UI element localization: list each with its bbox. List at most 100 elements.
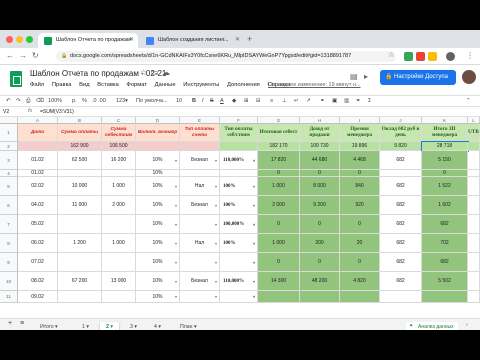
- dropdown-arrow-icon[interactable]: ▾: [253, 272, 255, 290]
- sheet-tab-total[interactable]: Итого ▾: [34, 322, 64, 330]
- dropdown-arrow-icon[interactable]: ▾: [175, 151, 177, 169]
- dropdown-arrow-icon[interactable]: ▾: [253, 177, 255, 195]
- link-icon[interactable]: ⚭: [320, 98, 325, 104]
- date-cell[interactable]: 06.02: [18, 234, 58, 253]
- total-cost-cell[interactable]: 14 300: [258, 272, 300, 291]
- cost-type-cell[interactable]: 100% ▾: [220, 177, 258, 196]
- row-header[interactable]: 8: [0, 234, 18, 253]
- cell-reference[interactable]: V2: [3, 109, 9, 115]
- total-cell[interactable]: 100 730: [300, 142, 340, 151]
- total-cell-selected[interactable]: 28 718: [421, 141, 469, 152]
- commission-cell[interactable]: 10% ▾: [136, 253, 180, 272]
- new-tab-icon[interactable]: +: [247, 34, 252, 44]
- browser-tab-listing-template[interactable]: Шаблон создания листинг... ✕: [140, 33, 244, 48]
- income-cell[interactable]: 200: [300, 234, 340, 253]
- row-header[interactable]: 4: [0, 170, 18, 177]
- cost-cell[interactable]: [102, 291, 136, 303]
- header-cell-date[interactable]: Дата: [18, 124, 58, 142]
- total-cost-cell[interactable]: 0: [258, 253, 300, 272]
- salary-cell[interactable]: [380, 170, 422, 177]
- cost-type-cell[interactable]: [220, 170, 258, 177]
- valign-icon[interactable]: ⊥: [282, 98, 287, 104]
- total-cost-cell[interactable]: 0: [258, 215, 300, 234]
- bookmark-star-icon[interactable]: ☆: [388, 51, 394, 59]
- row-header[interactable]: 11: [0, 291, 18, 303]
- menu-file[interactable]: Файл: [30, 82, 44, 88]
- income-cell[interactable]: [300, 291, 340, 303]
- dropdown-arrow-icon[interactable]: ▾: [175, 253, 177, 271]
- date-cell[interactable]: 01.02: [18, 151, 58, 170]
- payment-type-cell[interactable]: Безнал ▾: [180, 196, 220, 215]
- dropdown-arrow-icon[interactable]: ▾: [215, 291, 217, 302]
- salary-cell[interactable]: 682: [380, 234, 422, 253]
- functions-icon[interactable]: Σ: [368, 98, 371, 104]
- move-folder-icon[interactable]: ▭: [151, 68, 159, 77]
- share-button[interactable]: 🔒 Настройки Доступа: [380, 70, 456, 85]
- total-cell[interactable]: [220, 142, 258, 151]
- wrap-icon[interactable]: ↵: [294, 98, 299, 104]
- present-icon[interactable]: ▸: [364, 72, 368, 81]
- total-cell[interactable]: 19 896: [340, 142, 380, 151]
- bonus-cell[interactable]: 4 820: [340, 272, 380, 291]
- row-header[interactable]: 6: [0, 196, 18, 215]
- column-header-h[interactable]: H: [300, 117, 340, 124]
- cost-type-cell[interactable]: 100% ▾: [220, 234, 258, 253]
- comments-icon[interactable]: ▤: [350, 72, 358, 81]
- bonus-cell[interactable]: 0: [340, 215, 380, 234]
- total-cell[interactable]: [18, 142, 58, 151]
- payment-cell[interactable]: [58, 253, 102, 272]
- salary-cell[interactable]: 682: [380, 272, 422, 291]
- header-cell-cost[interactable]: Сумма себестоим: [102, 124, 136, 142]
- total-cost-cell[interactable]: 1 000: [258, 177, 300, 196]
- strikethrough-icon[interactable]: S: [210, 98, 214, 104]
- salary-cell[interactable]: [380, 291, 422, 303]
- utb-cell[interactable]: [468, 177, 480, 196]
- formula-input[interactable]: =SUM(V3:V31): [40, 109, 74, 115]
- select-all-corner[interactable]: [0, 117, 18, 124]
- dropdown-arrow-icon[interactable]: ▾: [253, 151, 255, 169]
- cost-cell[interactable]: 1 000: [102, 234, 136, 253]
- percent-format-button[interactable]: %: [82, 98, 87, 104]
- dropdown-arrow-icon[interactable]: ▾: [253, 291, 255, 302]
- font-select[interactable]: По умолча...: [136, 98, 168, 104]
- payment-type-cell[interactable]: [180, 170, 220, 177]
- payment-type-cell[interactable]: Нал ▾: [180, 177, 220, 196]
- dropdown-arrow-icon[interactable]: ▾: [215, 234, 217, 252]
- commission-cell[interactable]: 10% ▾: [136, 151, 180, 170]
- header-cell-payment-type[interactable]: Тип оплаты счета: [180, 124, 220, 142]
- salary-cell[interactable]: 682: [380, 151, 422, 170]
- total-cost-cell[interactable]: 2 000: [258, 196, 300, 215]
- close-window-icon[interactable]: [6, 36, 13, 43]
- commission-cell[interactable]: 10% ▾: [136, 215, 180, 234]
- dropdown-arrow-icon[interactable]: ▾: [175, 215, 177, 233]
- cost-cell[interactable]: 2 000: [102, 196, 136, 215]
- payment-cell[interactable]: 67 200: [58, 272, 102, 291]
- last-edit-link[interactable]: Последнее изменение: 19 минут н...: [268, 82, 361, 88]
- sheet-tab-3[interactable]: 3 ▾: [124, 322, 143, 330]
- total-salary-cell[interactable]: 682: [422, 253, 468, 272]
- date-cell[interactable]: 05.02: [18, 215, 58, 234]
- print-icon[interactable]: ⎙: [26, 98, 30, 105]
- dropdown-arrow-icon[interactable]: ▾: [253, 253, 255, 271]
- cost-cell[interactable]: [102, 170, 136, 177]
- add-sheet-icon[interactable]: +: [8, 320, 12, 327]
- cost-type-cell[interactable]: 100% ▾: [220, 196, 258, 215]
- fill-color-icon[interactable]: ◆: [232, 98, 236, 104]
- filter-icon[interactable]: ⏷: [356, 98, 360, 105]
- total-salary-cell[interactable]: 1 522: [422, 177, 468, 196]
- cost-type-cell[interactable]: 100,000% ▾: [220, 215, 258, 234]
- commission-cell[interactable]: 10% ▾: [136, 272, 180, 291]
- total-salary-cell[interactable]: 702: [422, 234, 468, 253]
- header-cell-total-salary[interactable]: Итого ЗП менеджера: [422, 124, 468, 142]
- income-cell[interactable]: 8 000: [300, 177, 340, 196]
- total-salary-cell[interactable]: 5 150: [422, 151, 468, 170]
- cost-cell[interactable]: [102, 253, 136, 272]
- commission-cell[interactable]: 10% ▾: [136, 291, 180, 303]
- income-cell[interactable]: 0: [300, 253, 340, 272]
- zoom-select[interactable]: 100%: [48, 98, 62, 104]
- salary-cell[interactable]: 682: [380, 215, 422, 234]
- total-salary-cell[interactable]: 1 602: [422, 196, 468, 215]
- income-cell[interactable]: 9 200: [300, 196, 340, 215]
- date-cell[interactable]: 09.02: [18, 291, 58, 303]
- total-salary-cell[interactable]: 0: [422, 170, 468, 177]
